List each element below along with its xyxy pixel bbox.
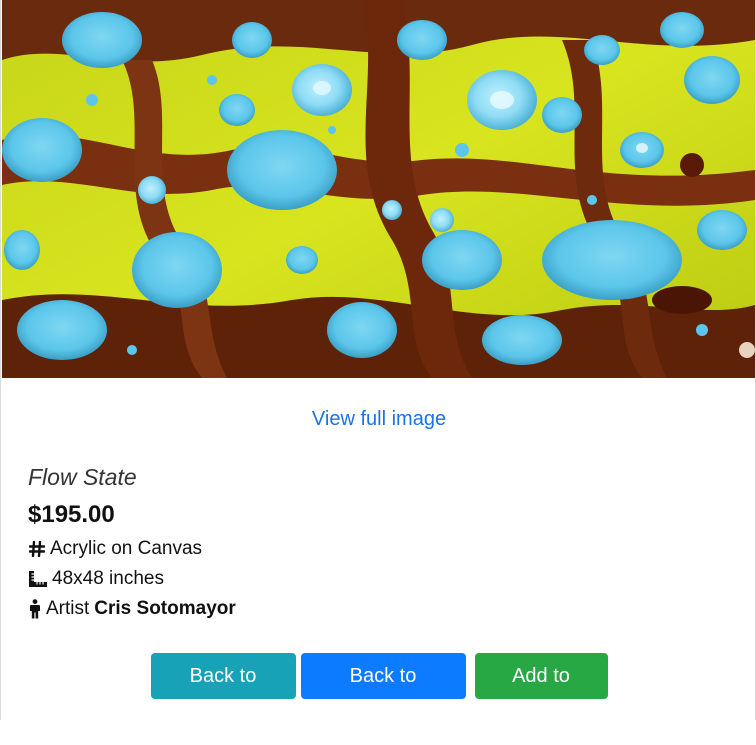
hash-icon (28, 539, 46, 559)
view-full-image-link[interactable]: View full image (1, 406, 756, 432)
artist-name: Cris Sotomayor (94, 598, 236, 619)
product-card: View full image Flow State $195.00 Acryl… (0, 0, 756, 733)
artwork-painting (2, 0, 755, 378)
add-to-cart-button[interactable]: Add to Cart (474, 653, 608, 733)
artwork-price: $195.00 (28, 501, 115, 528)
back-to-gallery-button[interactable]: Back to Gallery (300, 653, 466, 733)
person-icon (28, 599, 42, 619)
artwork-medium: Acrylic on Canvas (50, 538, 203, 559)
action-buttons: Back to Shop Back to Gallery Add to Cart (1, 653, 756, 733)
artwork-title: Flow State (28, 464, 137, 490)
product-details: Flow State $195.00 Acrylic on Canvas 48x… (28, 462, 728, 624)
back-to-shop-button[interactable]: Back to Shop (150, 653, 296, 733)
artwork-size: 48x48 inches (52, 568, 164, 589)
artist-row: Artist Cris Sotomayor (28, 594, 728, 624)
size-row: 48x48 inches (28, 564, 728, 594)
medium-row: Acrylic on Canvas (28, 534, 728, 564)
artist-label: Artist (46, 598, 90, 619)
artwork-image[interactable] (2, 0, 755, 378)
ruler-icon (28, 569, 48, 589)
